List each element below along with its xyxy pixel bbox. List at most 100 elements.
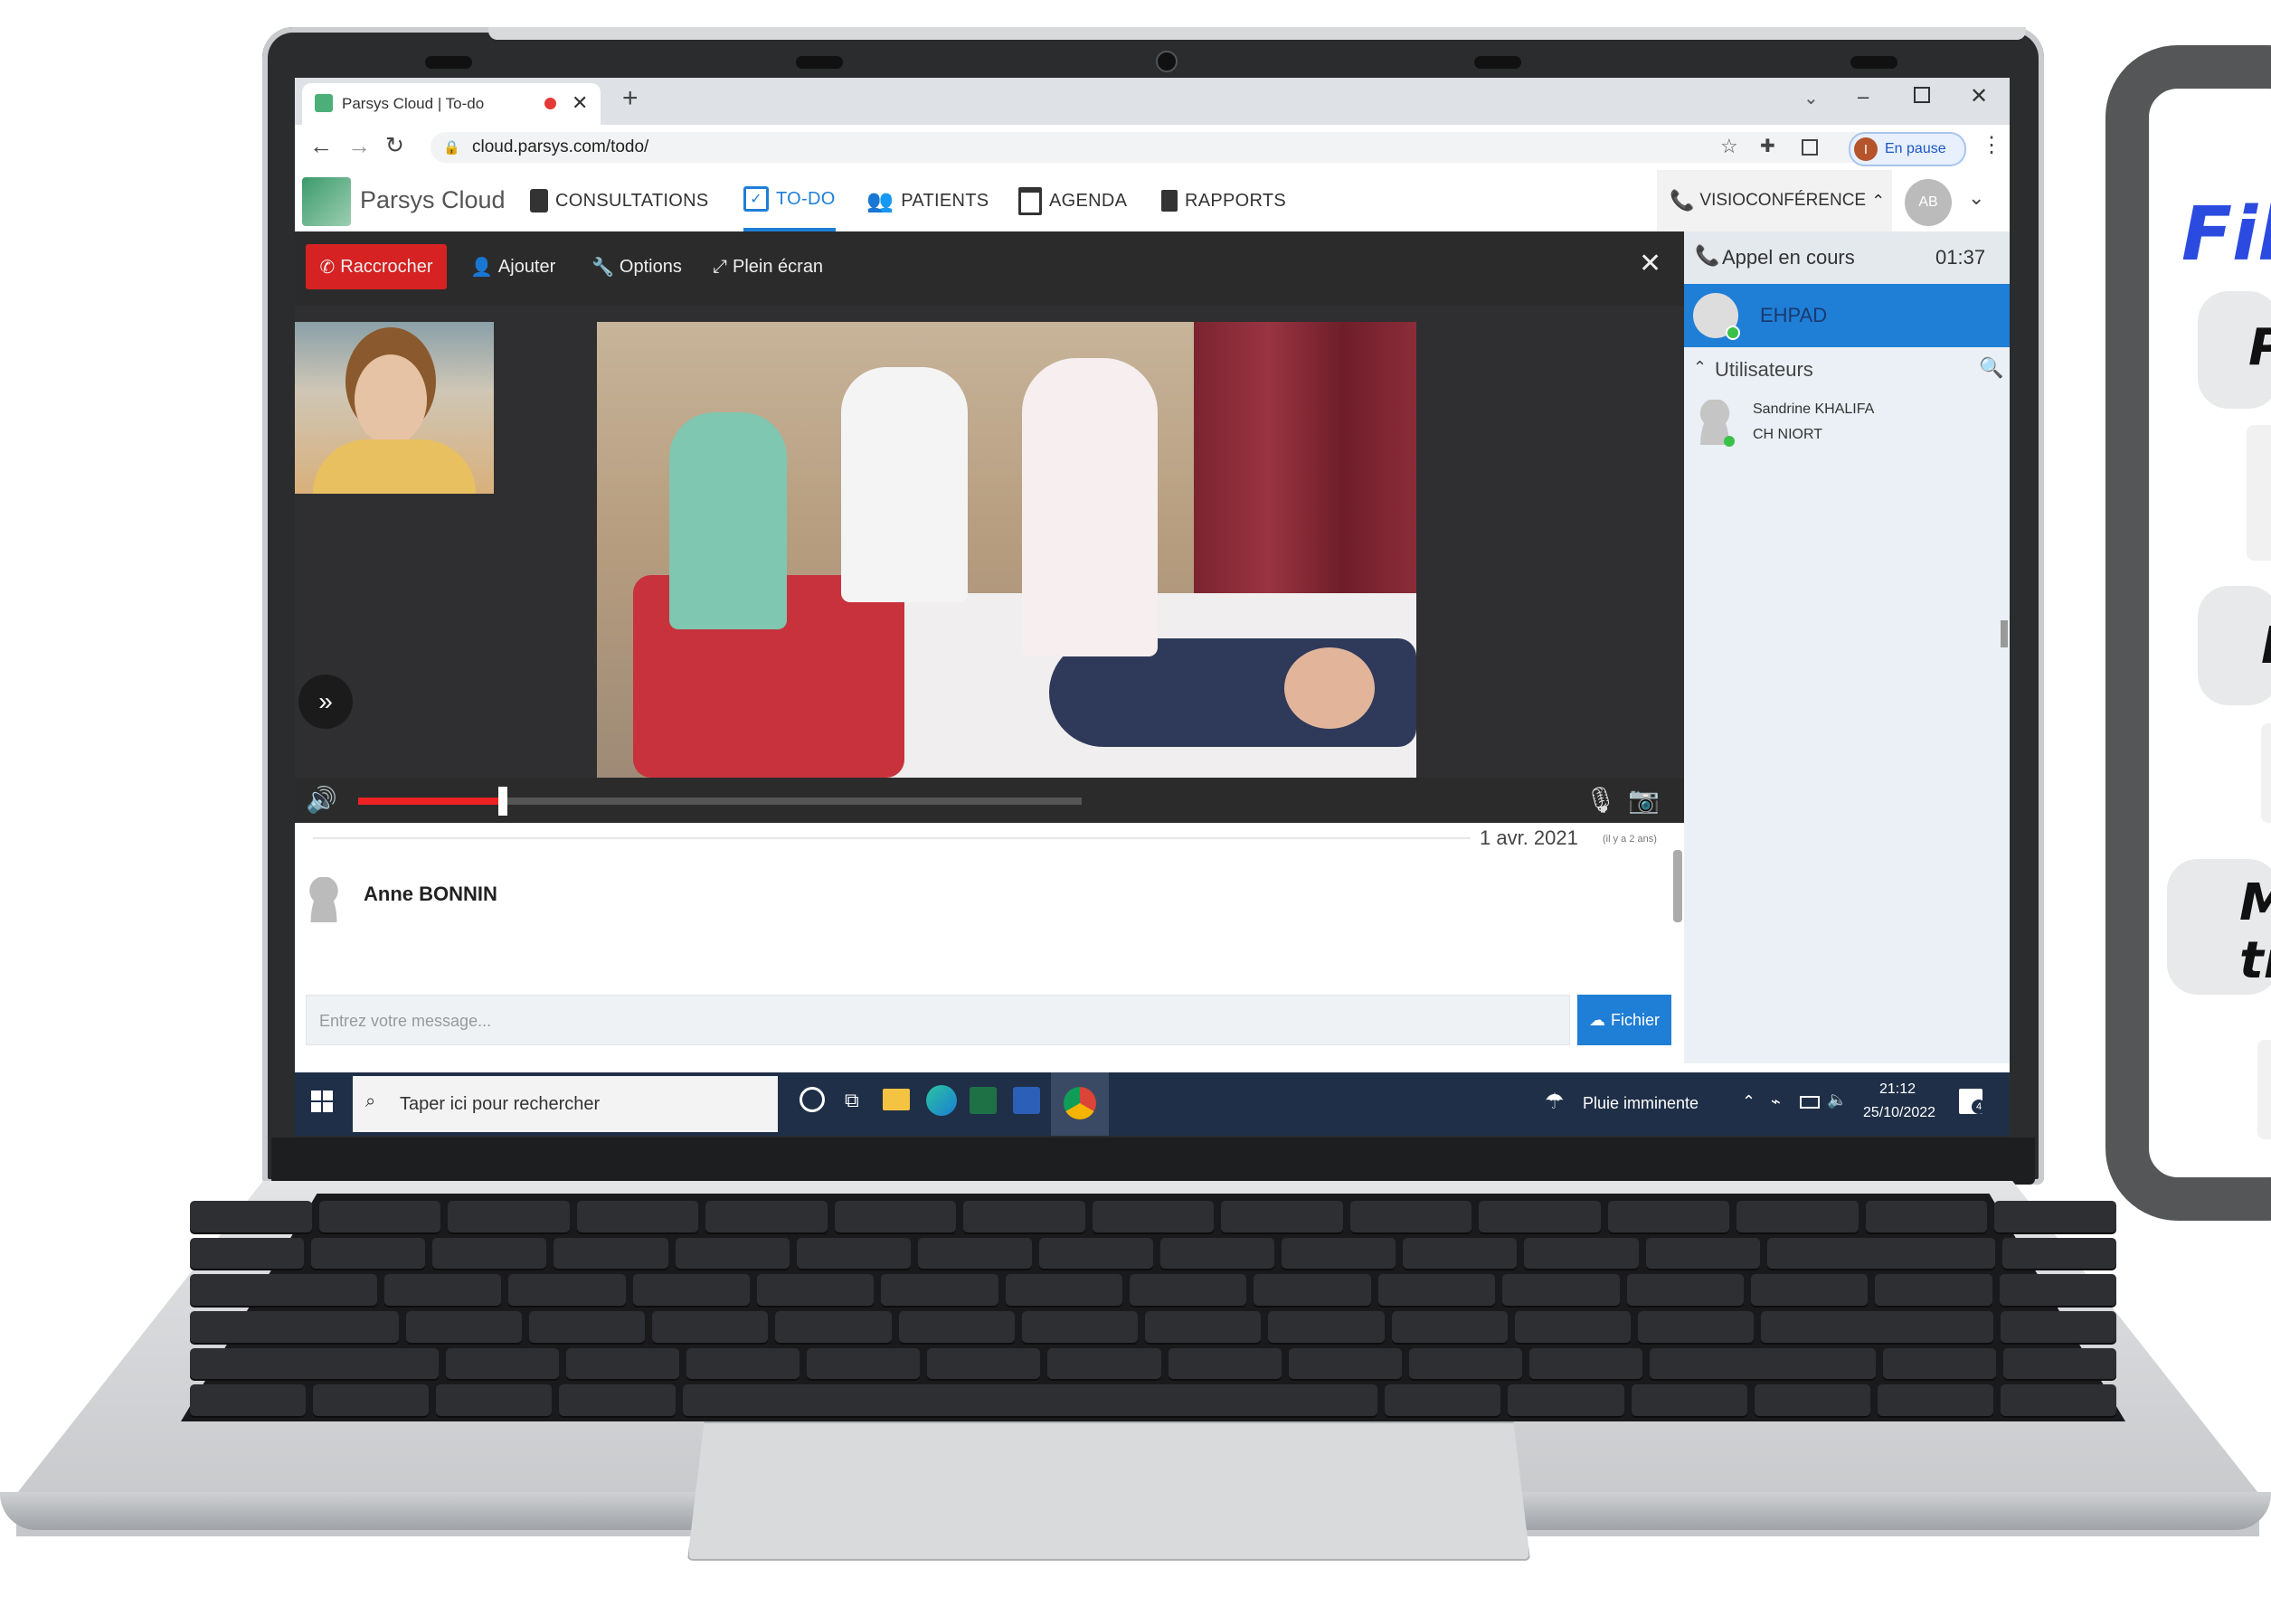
remote-video[interactable] [597,322,1416,778]
placeholder-box-2 [2261,723,2271,823]
placeholder-box-1 [2247,425,2271,561]
wrench-icon: 🔧 [591,257,614,278]
back-icon[interactable]: ← [309,132,333,160]
hangup-label: Raccrocher [340,256,433,277]
user-name: Sandrine KHALIFA [1753,401,1875,417]
clipboard-icon [530,189,548,212]
call-status-title: Appel en cours [1722,246,1855,269]
network-icon[interactable]: ⌁ [1771,1092,1781,1111]
sidebar-scrollbar[interactable] [2001,620,2008,647]
new-tab-icon[interactable]: + [622,83,639,114]
file-explorer-icon[interactable] [883,1089,910,1110]
weather-text[interactable]: Pluie imminente [1583,1094,1699,1113]
side-card-title: Fil [2181,192,2271,278]
edge-icon[interactable] [926,1085,957,1116]
active-participant[interactable]: EHPAD [1684,284,2010,347]
reload-icon[interactable]: ↻ [385,132,404,159]
browser-tab[interactable]: Parsys Cloud | To-do ✕ [302,83,601,125]
task-view-icon[interactable]: ⧉ [845,1089,859,1112]
tab-title: Parsys Cloud | To-do [342,95,485,112]
weather-icon: ☂ [1545,1090,1565,1114]
online-status-dot [1724,436,1735,447]
url-field[interactable]: 🔒 cloud.parsys.com/todo/ [431,132,1878,163]
word-icon[interactable] [1013,1087,1040,1114]
options-button[interactable]: 🔧 Options [591,244,682,289]
fullscreen-button[interactable]: ⤢ Plein écran [713,244,823,289]
volume-slider[interactable] [358,798,1082,805]
expand-icon: ⤢ [713,256,727,277]
extensions-icon[interactable]: ✚ [1760,135,1775,157]
speaker-icon[interactable]: 🔈 [1827,1091,1847,1109]
chat-scrollbar[interactable] [1673,850,1682,922]
close-call-icon[interactable]: ✕ [1639,248,1661,279]
app-header: Parsys Cloud CONSULTATIONS ✓ TO-DO 👥 PAT… [295,170,2010,232]
call-timer: 01:37 [1935,246,1986,269]
minimize-icon[interactable]: – [1858,85,1869,109]
users-section-header[interactable]: ⌃ Utilisateurs 🔍 [1684,349,2010,389]
star-icon[interactable]: ☆ [1720,135,1738,158]
add-participant-button[interactable]: 👤 Ajouter [470,244,555,289]
keyboard-keys [189,1201,2117,1416]
notification-center-icon[interactable]: 4 [1959,1089,1986,1114]
phone-icon: 📞 [1695,244,1720,267]
laptop-screen: Parsys Cloud | To-do ✕ + ⌄ – ✕ ← → ↻ 🔒 c… [295,78,2010,1136]
nav-todo[interactable]: ✓ TO-DO [743,170,836,231]
browser-tab-bar: Parsys Cloud | To-do ✕ + ⌄ – ✕ [295,78,2010,125]
tab-close-icon[interactable]: ✕ [572,91,588,115]
tab-search-icon[interactable]: ⌄ [1803,87,1819,109]
lock-icon: 🔒 [443,140,460,156]
close-window-icon[interactable]: ✕ [1970,83,1988,109]
side-card-text-2: E [2261,617,2271,675]
file-button[interactable]: ☁ Fichier [1577,995,1671,1045]
collapse-caret-icon: ⌃ [1693,358,1708,376]
camera-icon[interactable]: 📷 [1628,785,1660,815]
player-bar: 🔊 🎙 📷 [295,778,1684,823]
document-icon [1161,190,1178,212]
battery-icon[interactable] [1800,1096,1820,1109]
clock-time[interactable]: 21:12 [1879,1081,1916,1098]
restore-icon[interactable] [1914,87,1930,103]
chrome-taskbar-button[interactable] [1051,1072,1109,1136]
user-list-item[interactable]: Sandrine KHALIFA CH NIORT [1684,392,2010,456]
microphone-icon[interactable]: 🎙 [1585,785,1617,815]
windows-start-icon[interactable] [311,1091,333,1112]
expand-panel-button[interactable]: » [298,675,353,729]
nav-rapports[interactable]: RAPPORTS [1161,170,1286,231]
calendar-icon [1018,186,1042,215]
nav-agenda[interactable]: AGENDA [1018,170,1127,231]
search-icon[interactable]: 🔍 [1979,356,2003,380]
tray-chevron-icon[interactable]: ⌃ [1742,1092,1755,1111]
forward-icon[interactable]: → [347,132,371,160]
volume-icon[interactable]: 🔊 [306,785,337,815]
profile-chip[interactable]: I En pause [1849,132,1966,166]
volume-handle[interactable] [498,787,507,816]
nav-label: RAPPORTS [1185,190,1287,211]
shirt-shape [313,439,476,494]
excel-icon[interactable] [970,1087,997,1114]
nav-label: AGENDA [1049,190,1128,211]
user-menu-chevron-icon[interactable]: ⌄ [1968,186,1984,210]
self-video-thumbnail[interactable] [295,322,494,494]
message-input[interactable]: Entrez votre message... [306,995,1570,1045]
user-avatar[interactable]: AB [1905,179,1952,226]
brand-name: Parsys Cloud [360,186,506,213]
notification-count: 4 [1972,1100,1986,1114]
chrome-icon [1064,1087,1096,1119]
chat-area: 1 avr. 2021 (il y a 2 ans) Anne BONNIN E… [295,823,1684,1063]
nav-consultations[interactable]: CONSULTATIONS [530,170,708,231]
cortana-icon[interactable] [800,1087,825,1112]
hangup-button[interactable]: ✆ Raccrocher [306,244,447,289]
user-org: CH NIORT [1753,427,1823,442]
placeholder-box-3 [2257,1040,2271,1139]
clock-date[interactable]: 25/10/2022 [1863,1105,1935,1121]
doctor-shape [841,367,968,602]
taskbar-search[interactable]: ⌕ Taper ici pour rechercher [353,1076,778,1132]
side-card-text-3: M [2239,873,2271,932]
laptop-top-strip [488,27,2026,40]
sidepanel-icon[interactable] [1802,139,1818,156]
add-user-icon: 👤 [470,257,493,278]
nav-label: PATIENTS [901,190,989,211]
nav-patients[interactable]: 👥 PATIENTS [866,170,989,231]
visio-toggle[interactable]: 📞 VISIOCONFÉRENCE ⌃ [1657,170,1892,231]
browser-menu-icon[interactable]: ⋮ [1981,132,2002,158]
